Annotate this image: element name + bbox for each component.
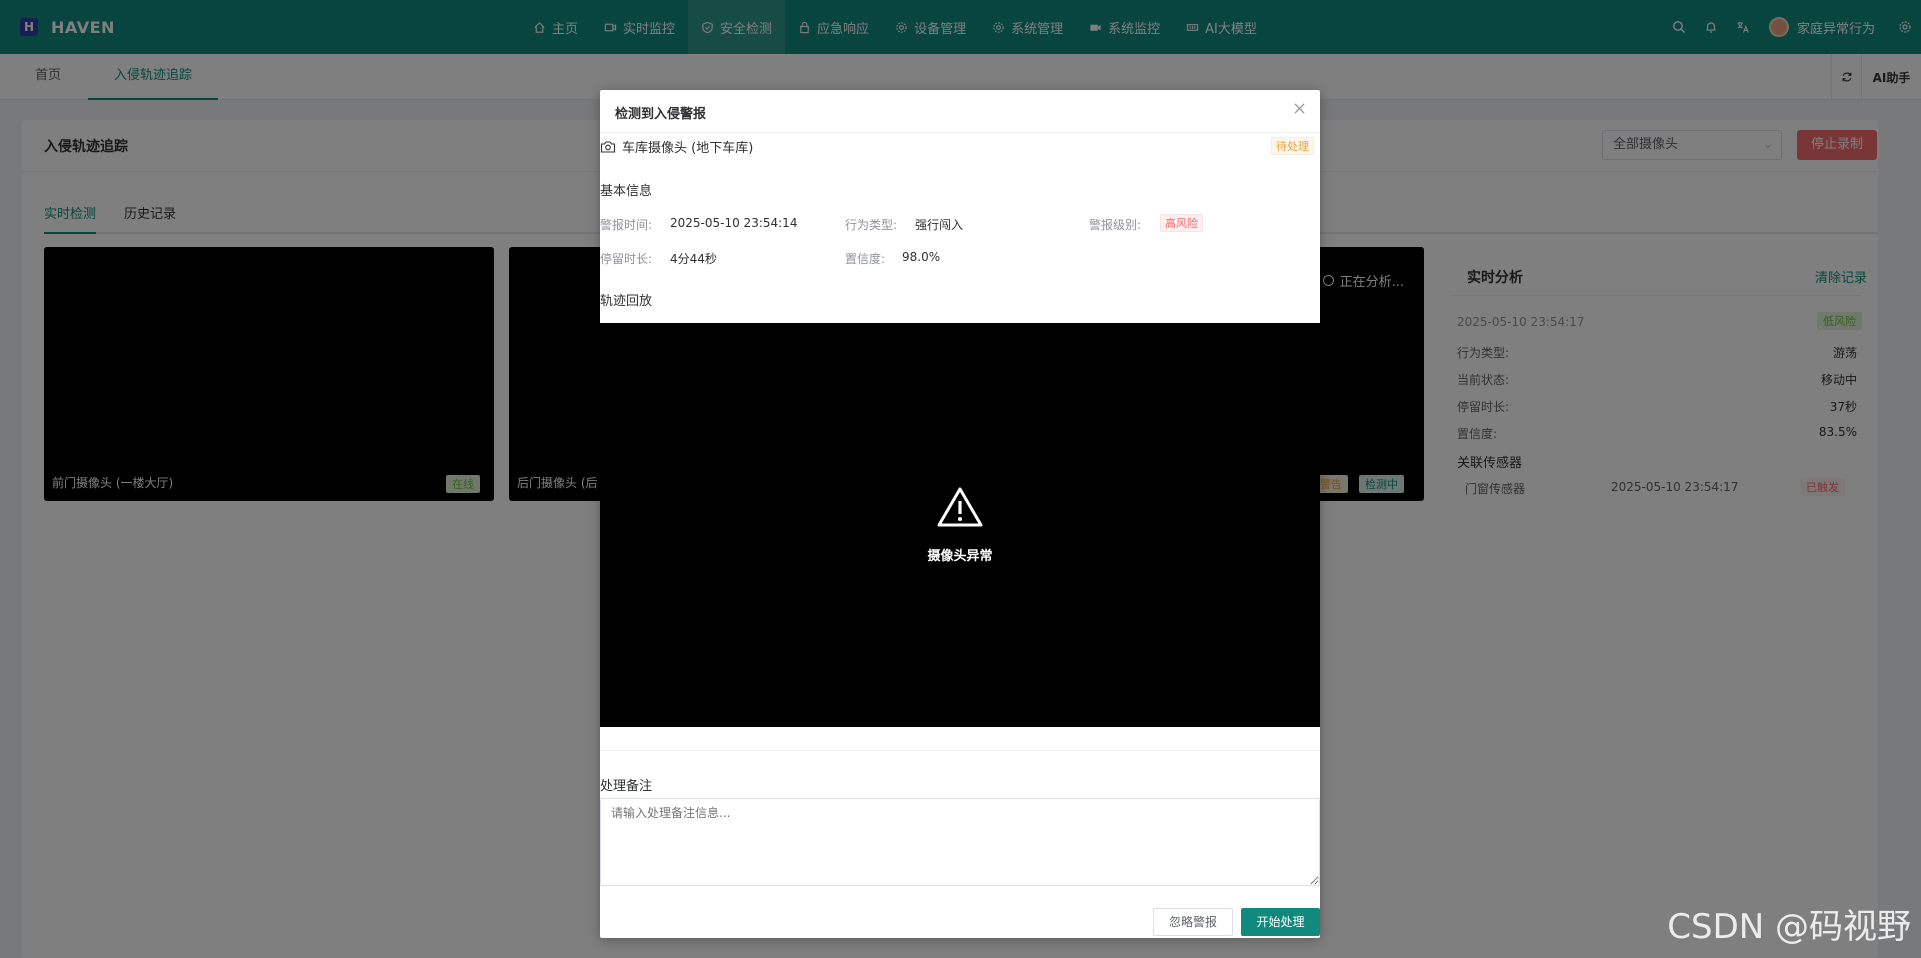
alert-time-label: 警报时间: (600, 218, 653, 232)
alert-time-value: 2025-05-10 23:54:14 (670, 216, 798, 230)
risk-level-badge: 高风险 (1160, 214, 1203, 232)
duration-value: 4分44秒 (670, 252, 717, 266)
camera-error-text: 摄像头异常 (927, 549, 993, 564)
confidence-label: 置信度: (845, 252, 886, 266)
status-badge: 待处理 (1271, 137, 1314, 155)
close-icon[interactable] (1293, 102, 1306, 119)
dialog-header: 检测到入侵警报 (600, 90, 1320, 133)
behavior-label: 行为类型: (845, 218, 898, 232)
intrusion-alert-dialog: 检测到入侵警报 车库摄像头 (地下车库) 待处理 基本信息 警报时间: 2025… (600, 90, 1320, 938)
alert-camera-name: 车库摄像头 (地下车库) (622, 141, 754, 156)
warning-icon (937, 487, 983, 527)
behavior-value: 强行闯入 (915, 218, 964, 232)
dialog-title: 检测到入侵警报 (615, 107, 707, 122)
note-title: 处理备注 (600, 779, 653, 794)
level-label: 警报级别: (1089, 218, 1142, 232)
track-replay-title: 轨迹回放 (600, 294, 653, 309)
basic-info-title: 基本信息 (600, 184, 653, 199)
note-textarea[interactable] (600, 798, 1320, 886)
camera-outline-icon (600, 140, 616, 153)
watermark: CSDN @码视野 (1667, 907, 1911, 947)
confidence-value: 98.0% (902, 250, 941, 264)
start-processing-button[interactable]: 开始处理 (1241, 908, 1320, 936)
alert-camera: 车库摄像头 (地下车库) (600, 137, 753, 156)
track-replay-player[interactable]: 摄像头异常 (600, 323, 1320, 727)
ignore-alert-button[interactable]: 忽略警报 (1153, 908, 1233, 936)
duration-label: 停留时长: (600, 252, 653, 266)
divider (600, 750, 1320, 751)
